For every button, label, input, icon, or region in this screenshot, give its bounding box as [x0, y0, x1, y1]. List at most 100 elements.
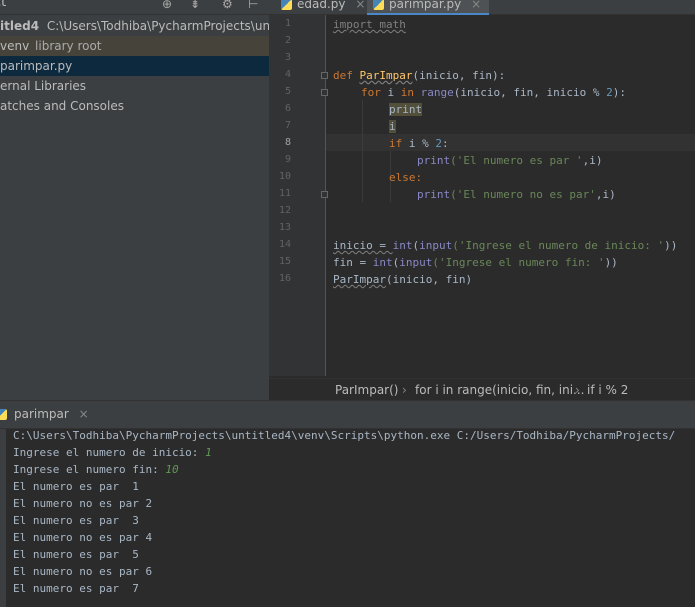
fold-marker-icon[interactable]	[321, 191, 328, 198]
code-print-end: ,i)	[595, 188, 616, 201]
code-paren-end: ))	[604, 256, 618, 269]
code-string: ('Ingrese el numero de inicio: '	[452, 239, 665, 252]
code-int: int	[392, 239, 413, 252]
code-line-6[interactable]: print	[389, 101, 423, 118]
breadcrumb-item[interactable]: for i in range(inicio, fin, ini...	[415, 379, 584, 400]
code-line-7[interactable]: i	[389, 118, 396, 135]
line-number: 9	[284, 154, 291, 165]
close-icon[interactable]: ×	[79, 407, 89, 421]
console-output[interactable]: C:\Users\Todhiba\PycharmProjects\untitle…	[13, 427, 695, 597]
code-if-end: :	[442, 137, 449, 150]
code-var-i: i	[387, 86, 401, 99]
tree-item-parimpar-label: parimpar.py	[0, 59, 73, 73]
code-line-1[interactable]: import math	[333, 16, 406, 33]
console-text: El numero no es par 2	[13, 497, 153, 510]
hide-icon[interactable]: ⊢	[248, 0, 258, 11]
code-line-15[interactable]: fin = int(input('Ingrese el numero fin: …	[333, 254, 618, 271]
tree-item-scratches[interactable]: atches and Consoles	[0, 96, 269, 116]
console-line: El numero no es par 6	[13, 563, 695, 580]
code-params: (inicio, fin):	[412, 69, 506, 82]
project-panel-title: ct	[0, 0, 7, 10]
line-number: 1	[284, 18, 291, 29]
venv-name: venv	[0, 39, 30, 53]
tab-parimpar[interactable]: parimpar.py ×	[367, 0, 490, 15]
tree-item-parimpar[interactable]: parimpar.py	[0, 56, 269, 76]
locate-icon[interactable]: ⊕	[162, 0, 172, 11]
chevron-right-icon: ›	[575, 383, 580, 397]
breadcrumb-item[interactable]: ParImpar()	[335, 379, 398, 400]
code-range: range	[420, 86, 454, 99]
fold-marker-icon[interactable]	[321, 72, 328, 79]
code-line-10[interactable]: else:	[389, 169, 422, 186]
line-number: 2	[284, 35, 291, 46]
line-number: 11	[278, 188, 291, 199]
project-panel: ct ⊕ ⇟ ⚙ ⊢ itled4 C:\Users\Todhiba\Pycha…	[0, 0, 269, 400]
line-number: 7	[284, 120, 291, 131]
code-print-end: ,i)	[582, 154, 603, 167]
console-text: El numero es par 7	[13, 582, 139, 595]
code-print-stmt: print	[389, 103, 423, 116]
code-import-math: import math	[333, 18, 406, 31]
code-else: else:	[389, 171, 423, 184]
tree-item-external-libraries-label: ernal Libraries	[0, 79, 87, 93]
close-icon[interactable]: ×	[471, 0, 481, 11]
code-num: 2	[435, 137, 442, 150]
code-string: ('El numero no es par'	[450, 188, 596, 201]
tree-item-venv[interactable]: venv library root	[0, 36, 269, 56]
tab-edad-label: edad.py	[297, 0, 346, 11]
tree-item-scratches-label: atches and Consoles	[0, 99, 124, 113]
console-line: El numero es par 7	[13, 580, 695, 597]
console-text: Ingrese el numero fin:	[13, 463, 166, 476]
close-icon[interactable]: ×	[355, 0, 365, 11]
console-line: El numero no es par 2	[13, 495, 695, 512]
tree-item-external-libraries[interactable]: ernal Libraries	[0, 76, 269, 96]
code-print: print	[417, 188, 451, 201]
code-line-5[interactable]: for i in range(inicio, fin, inicio % 2):	[361, 84, 626, 101]
python-file-icon	[373, 0, 384, 10]
run-tab-parimpar[interactable]: parimpar ×	[0, 404, 97, 425]
console-line: El numero es par 3	[13, 512, 695, 529]
code-func-name: ParImpar	[359, 69, 413, 82]
line-number: 16	[278, 273, 291, 284]
code-line-4[interactable]: def ParImpar(inicio, fin):	[333, 67, 505, 84]
console-text: El numero es par 1	[13, 480, 139, 493]
editor: edad.py × parimpar.py × 1 2 3 4 5 6 7 8 …	[269, 0, 695, 400]
run-tab-label: parimpar	[14, 407, 69, 421]
line-number: 13	[278, 222, 291, 233]
breadcrumb-item[interactable]: if i % 2	[587, 379, 628, 400]
line-number: 15	[278, 256, 291, 267]
code-def: def	[333, 69, 360, 82]
project-root-path: C:\Users\Todhiba\PycharmProjects\untitle…	[46, 19, 269, 33]
code-call-name: ParImpar	[333, 273, 386, 286]
tree-item-project-root[interactable]: itled4 C:\Users\Todhiba\PycharmProjects\…	[0, 16, 269, 36]
code-for: for	[361, 86, 388, 99]
gear-icon[interactable]: ⚙	[222, 0, 233, 11]
line-number-current: 8	[284, 137, 291, 148]
line-number: 14	[278, 239, 291, 250]
code-paren-end: ))	[664, 239, 678, 252]
code-line-9[interactable]: print('El numero es par ',i)	[417, 152, 602, 169]
run-panel: parimpar × C:\Users\Todhiba\PycharmProje…	[0, 400, 695, 607]
code-if: if	[389, 137, 409, 150]
console-line: El numero es par 5	[13, 546, 695, 563]
console-line: Ingrese el numero fin: 10	[13, 461, 695, 478]
code-assign-fin: fin =	[333, 256, 373, 269]
fold-marker-icon[interactable]	[321, 89, 328, 96]
code-input: input	[419, 239, 453, 252]
collapse-all-icon[interactable]: ⇟	[190, 0, 200, 11]
venv-library-root: library root	[35, 39, 102, 53]
code-range-end: ):	[612, 86, 626, 99]
line-number: 4	[284, 69, 291, 80]
code-line-11[interactable]: print('El numero no es par',i)	[417, 186, 616, 203]
code-in: in	[400, 86, 421, 99]
code-line-8[interactable]: if i % 2:	[389, 135, 449, 152]
python-run-icon	[0, 409, 7, 420]
tab-edad[interactable]: edad.py ×	[275, 0, 365, 13]
console-line: El numero es par 1	[13, 478, 695, 495]
code-line-14[interactable]: inicio = int(input('Ingrese el numero de…	[333, 237, 677, 254]
code-int: int	[372, 256, 393, 269]
code-line-16[interactable]: ParImpar(inicio, fin)	[333, 271, 472, 288]
editor-tabs: edad.py × parimpar.py ×	[269, 0, 695, 15]
line-number: 10	[278, 171, 291, 182]
code-i-stmt: i	[389, 120, 396, 133]
